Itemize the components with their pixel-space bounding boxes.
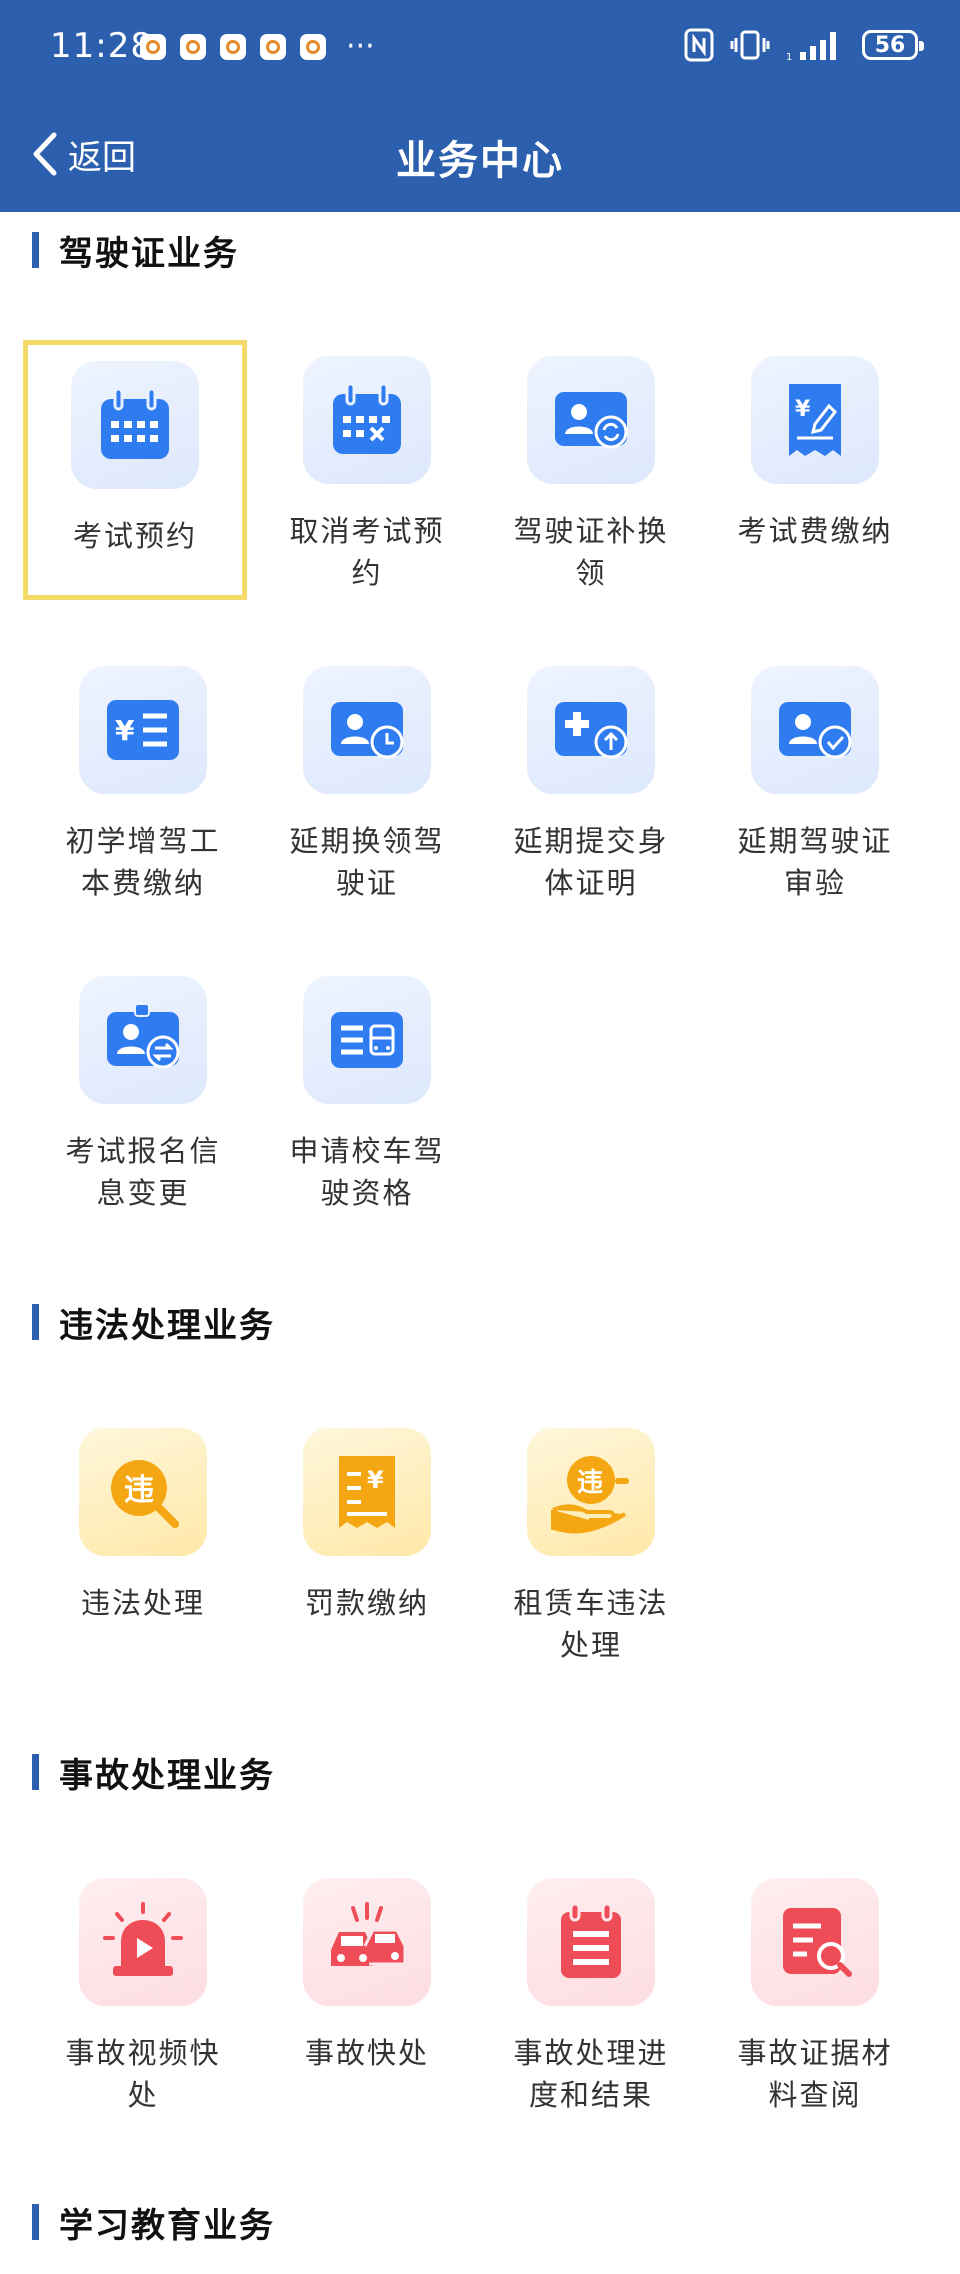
service-exam-booking[interactable]: 考试预约 (23, 340, 247, 600)
tile-label: 租赁车违法 处理 (513, 1586, 669, 1662)
app-notification-icon (260, 34, 286, 60)
service-exam-fee[interactable]: ¥ 考试费缴纳 (703, 340, 927, 600)
service-license-replace[interactable]: 驾驶证补换领 (479, 340, 703, 600)
service-delay-inspection[interactable]: 延期驾驶证 审验 (703, 650, 927, 910)
service-violation-handle[interactable]: 违 违法处理 (31, 1412, 255, 1672)
tile-label: 事故证据材 料查阅 (737, 2036, 893, 2112)
section-accent-bar (32, 232, 39, 268)
signal-icon: 1 (786, 32, 836, 62)
tile-label: 初学增驾工 本费缴纳 (65, 824, 221, 900)
app-notification-icon (180, 34, 206, 60)
tile-label: 事故处理进 度和结果 (513, 2036, 669, 2112)
service-learner-fee[interactable]: ¥ 初学增驾工 本费缴纳 (31, 650, 255, 910)
section-violation: 违法处理业务 违 违法处理 ¥ 罚款缴纳 违 租赁车违法 处理 (0, 1300, 960, 1740)
id-card-refresh-icon (555, 392, 628, 449)
section-accent-bar (32, 1304, 39, 1340)
section-license: 驾驶证业务 考试预约 取消考试预约 驾驶证补换领 ¥ 考试费缴纳 ¥ 初学增驾工… (0, 228, 960, 1238)
fine-receipt-icon: ¥ (339, 1456, 395, 1528)
tile-label: 考试报名信 息变更 (65, 1134, 221, 1210)
app-notification-icon (300, 34, 326, 60)
violation-hand-icon: 违 (551, 1456, 629, 1534)
tile-label: 违法处理 (80, 1586, 205, 1620)
nav-bar: 返回 业务中心 (0, 96, 960, 212)
id-card-clock-icon (331, 702, 404, 759)
tile-label: 事故视频快处 (65, 2036, 221, 2112)
more-notifications-icon: ··· (346, 29, 375, 64)
tile-label: 延期驾驶证 审验 (737, 824, 893, 900)
service-rental-violation[interactable]: 违 租赁车违法 处理 (479, 1412, 703, 1672)
id-card-check-icon (779, 702, 852, 759)
section-title: 驾驶证业务 (59, 233, 239, 274)
service-fine-payment[interactable]: ¥ 罚款缴纳 (255, 1412, 479, 1672)
page-title: 业务中心 (396, 138, 564, 184)
service-delay-renewal[interactable]: 延期换领驾 驶证 (255, 650, 479, 910)
section-header: 驾驶证业务 (32, 228, 239, 274)
tile-label: 延期换领驾 驶证 (289, 824, 445, 900)
app-notification-icon (140, 34, 166, 60)
svg-text:¥: ¥ (795, 397, 811, 422)
status-bar: 11:28 ··· 1 56 (0, 0, 960, 96)
tile-label: 驾驶证补换领 (513, 514, 669, 590)
section-title: 违法处理业务 (59, 1305, 275, 1346)
service-cancel-exam[interactable]: 取消考试预约 (255, 340, 479, 600)
svg-text:1: 1 (786, 52, 792, 62)
notification-icons: ··· (140, 29, 375, 64)
service-accident-video[interactable]: 事故视频快处 (31, 1862, 255, 2122)
section-accent-bar (32, 1754, 39, 1790)
svg-text:违: 违 (124, 1473, 154, 1508)
tile-label: 申请校车驾 驶资格 (289, 1134, 445, 1210)
section-title: 学习教育业务 (59, 2205, 275, 2246)
service-school-bus[interactable]: 申请校车驾 驶资格 (255, 960, 479, 1220)
progress-clipboard-icon (561, 1902, 621, 1978)
calendar-cancel-icon (333, 382, 401, 454)
service-exam-info-change[interactable]: 考试报名信 息变更 (31, 960, 255, 1220)
violation-search-icon: 违 (111, 1460, 179, 1528)
service-accident-progress[interactable]: 事故处理进 度和结果 (479, 1862, 703, 2122)
car-crash-icon (331, 1902, 407, 1966)
siren-icon (103, 1902, 183, 1976)
section-accident: 事故处理业务 事故视频快处 事故快处 事故处理进 度和结果 事故证据材 料查阅 (0, 1750, 960, 2190)
service-accident-evidence[interactable]: 事故证据材 料查阅 (703, 1862, 927, 2122)
id-card-swap-icon (107, 1003, 180, 1069)
tile-label: 取消考试预约 (289, 514, 445, 590)
tile-label: 罚款缴纳 (304, 1586, 429, 1620)
document-search-icon (783, 1908, 852, 1977)
medical-upload-icon (555, 702, 628, 759)
section-education: 学习教育业务 (0, 2200, 960, 2274)
battery-indicator: 56 (862, 30, 924, 60)
school-bus-icon (331, 1012, 403, 1068)
yen-list-icon: ¥ (107, 700, 179, 760)
tile-label: 考试预约 (72, 519, 197, 553)
section-header: 学习教育业务 (32, 2200, 275, 2246)
service-accident-quick[interactable]: 事故快处 (255, 1862, 479, 2122)
fee-receipt-icon: ¥ (789, 384, 841, 456)
svg-text:¥: ¥ (367, 1466, 384, 1494)
status-time: 11:28 (50, 26, 153, 66)
section-header: 违法处理业务 (32, 1300, 275, 1346)
nfc-icon (684, 28, 714, 62)
service-delay-medical[interactable]: 延期提交身 体证明 (479, 650, 703, 910)
section-title: 事故处理业务 (59, 1755, 275, 1796)
section-header: 事故处理业务 (32, 1750, 275, 1796)
tile-label: 延期提交身 体证明 (513, 824, 669, 900)
tile-label: 考试费缴纳 (737, 514, 893, 548)
svg-text:违: 违 (577, 1468, 603, 1498)
app-notification-icon (220, 34, 246, 60)
svg-text:¥: ¥ (115, 714, 135, 747)
tile-label: 事故快处 (304, 2036, 429, 2070)
section-accent-bar (32, 2204, 39, 2240)
calendar-icon (101, 387, 169, 459)
vibrate-icon (730, 30, 770, 60)
